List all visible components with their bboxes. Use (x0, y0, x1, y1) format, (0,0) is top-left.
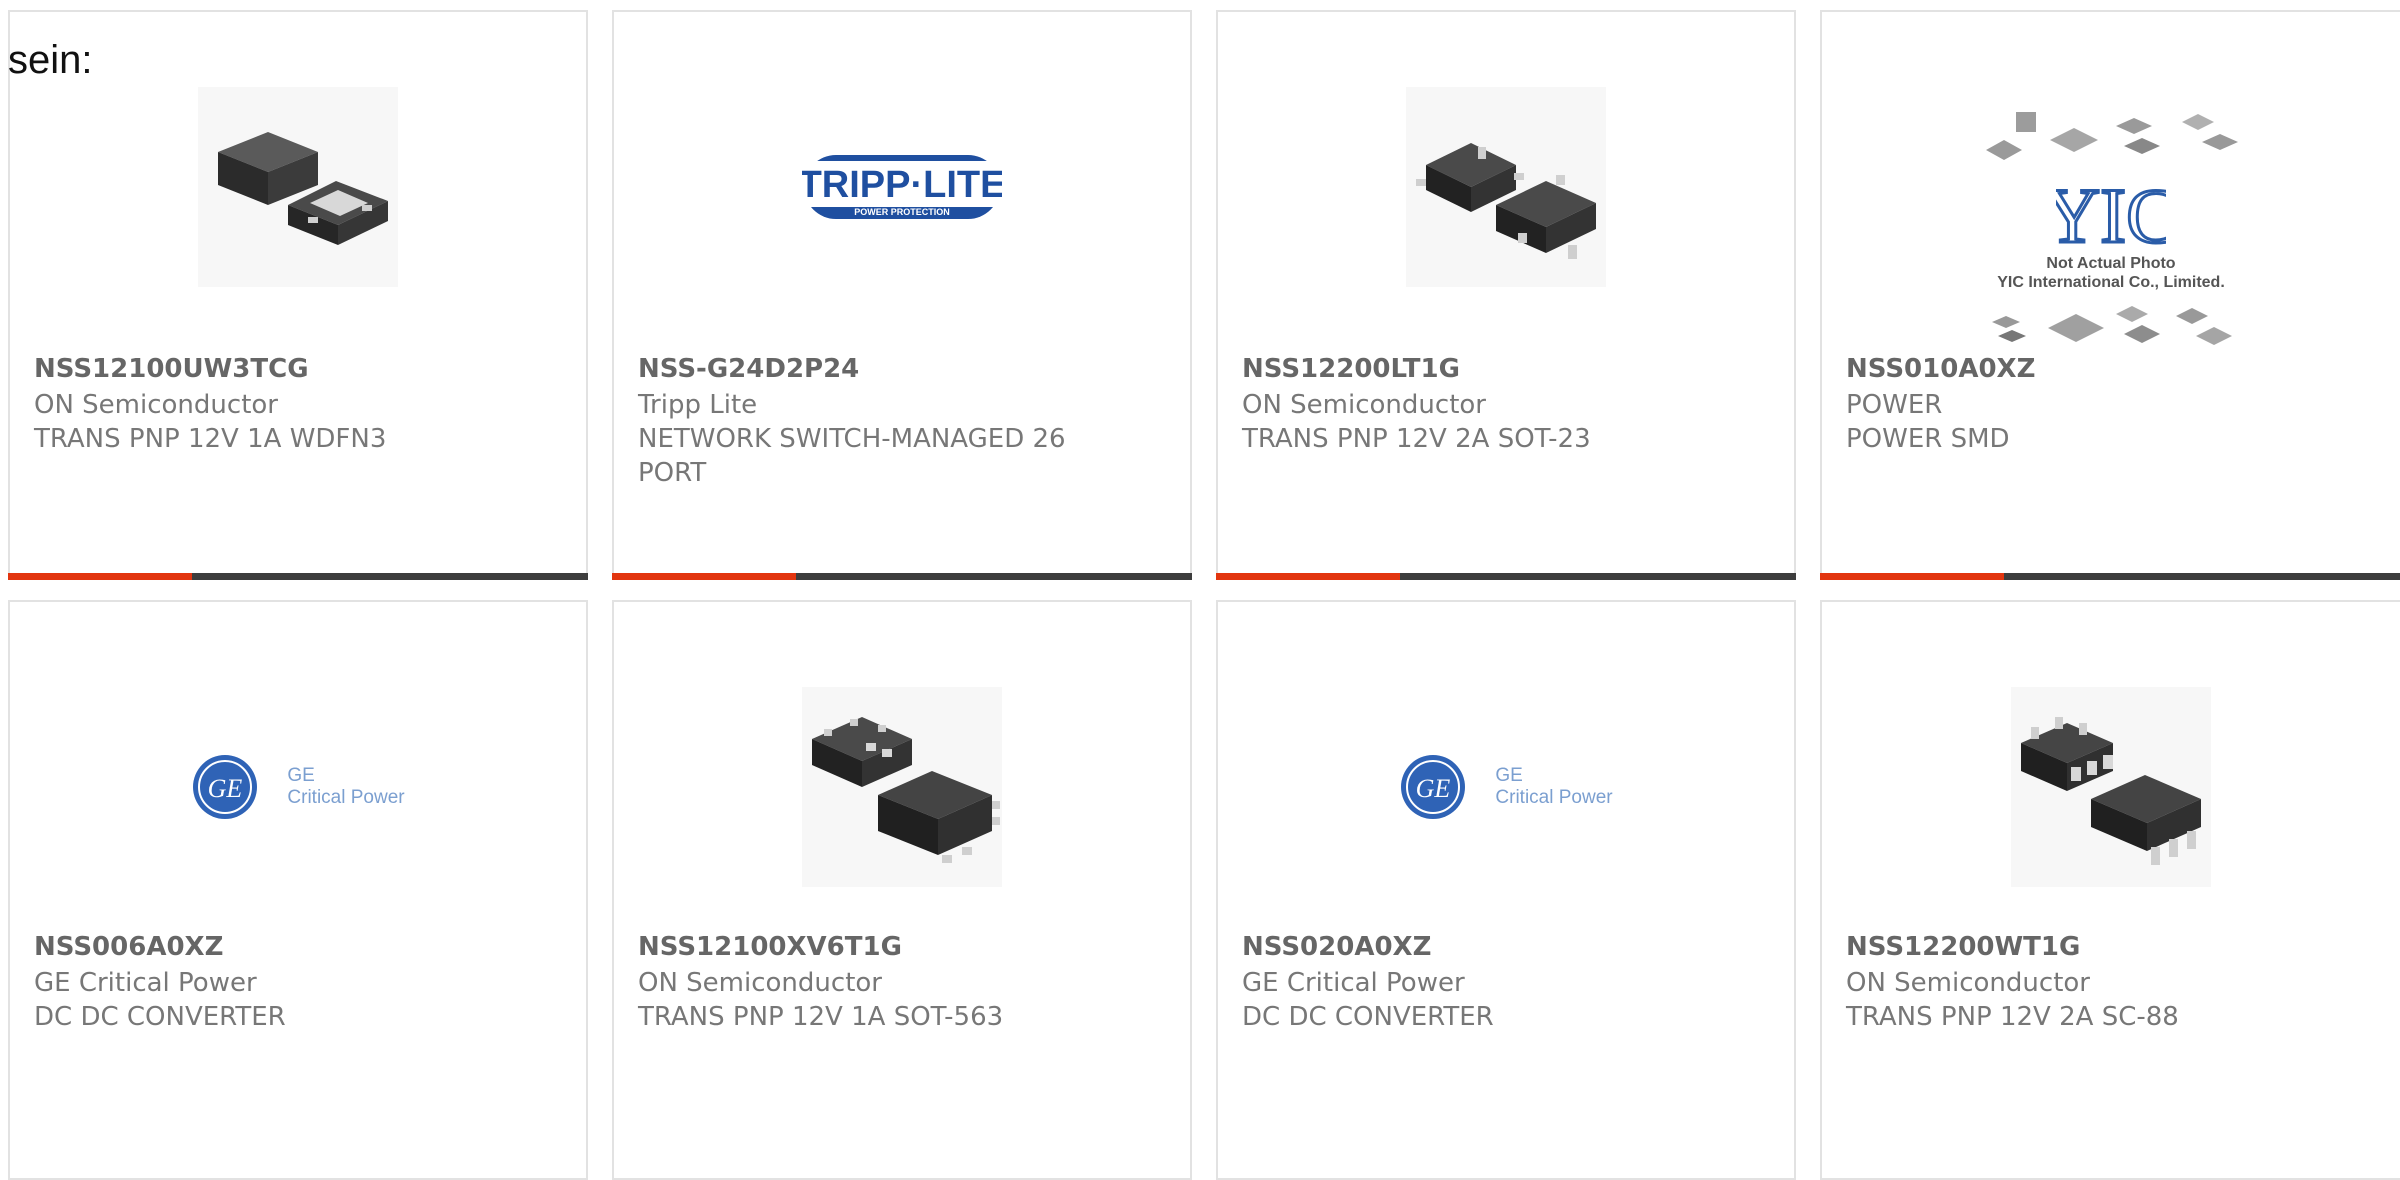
manufacturer: ON Semiconductor (1846, 968, 2090, 998)
placeholder-caption-line-1: Not Actual Photo (2046, 255, 2176, 272)
description: TRANS PNP 12V 1A WDFN3 (34, 424, 387, 454)
sot563-package-image (802, 687, 1002, 887)
product-card[interactable]: YIC Not Actual Photo YIC International C… (1820, 10, 2400, 580)
card-accent-bar (1820, 573, 2400, 580)
sot23-package-image (1406, 87, 1606, 287)
wdfn3-package-image (198, 87, 398, 287)
product-card[interactable]: NSS12100XV6T1G ON Semiconductor TRANS PN… (612, 600, 1192, 1180)
card-accent-bar (1216, 573, 1796, 580)
sc88-package-image (2011, 687, 2211, 887)
ge-logo-line-1: GE (287, 765, 315, 786)
svg-text:GE: GE (208, 774, 243, 803)
ge-logo-line-2: Critical Power (1495, 787, 1613, 808)
product-image[interactable] (1822, 662, 2400, 912)
product-card[interactable]: TRIPP·LITE POWER PROTECTION NSS-G24D2P24… (612, 10, 1192, 580)
ge-logo-line-1: GE (1495, 765, 1523, 786)
description: POWER SMD (1846, 424, 2010, 454)
product-image[interactable]: YIC Not Actual Photo YIC International C… (1822, 98, 2400, 358)
ge-monogram-icon: GE (193, 755, 258, 819)
card-accent-bar (612, 573, 1192, 580)
part-number-link[interactable]: NSS12100XV6T1G (638, 932, 1150, 962)
product-card[interactable]: NSS12200LT1G ON Semiconductor TRANS PNP … (1216, 10, 1796, 580)
part-number-link[interactable]: NSS-G24D2P24 (638, 354, 1150, 384)
ge-critical-power-logo: GE GE Critical Power (1399, 753, 1613, 821)
yic-logo-icon: YIC (2056, 174, 2166, 254)
yic-placeholder-image: YIC Not Actual Photo YIC International C… (1976, 104, 2246, 352)
placeholder-caption: Not Actual Photo YIC International Co., … (1997, 254, 2225, 292)
yic-logo-text: YIC (2056, 174, 2166, 254)
manufacturer: POWER (1846, 390, 1943, 420)
product-image[interactable]: TRIPP·LITE POWER PROTECTION (614, 52, 1190, 322)
product-image[interactable]: GE GE Critical Power (1218, 662, 1794, 912)
description: DC DC CONVERTER (1242, 1002, 1494, 1032)
placeholder-caption-line-2: YIC International Co., Limited. (1997, 274, 2225, 291)
manufacturer: GE Critical Power (34, 968, 257, 998)
product-image[interactable]: GE GE Critical Power (10, 662, 586, 912)
manufacturer: Tripp Lite (638, 390, 758, 420)
manufacturer: ON Semiconductor (1242, 390, 1486, 420)
intro-text: sein: (8, 38, 93, 82)
ge-critical-power-logo: GE GE Critical Power (191, 753, 405, 821)
product-image[interactable] (10, 52, 586, 322)
manufacturer: ON Semiconductor (34, 390, 278, 420)
product-card[interactable]: GE GE Critical Power NSS006A0XZ GE Criti… (8, 600, 588, 1180)
components-bottom-row-icon (1992, 306, 2232, 345)
manufacturer: ON Semiconductor (638, 968, 882, 998)
description: DC DC CONVERTER (34, 1002, 286, 1032)
product-image[interactable] (614, 662, 1190, 912)
description: NETWORK SWITCH-MANAGED 26 PORT (638, 424, 1066, 488)
tripp-lite-brand: TRIPP·LITE (802, 164, 1002, 206)
part-number-link[interactable]: NSS12200WT1G (1846, 932, 2360, 962)
product-card[interactable]: NSS12100UW3TCG ON Semiconductor TRANS PN… (8, 10, 588, 580)
description: TRANS PNP 12V 2A SOT-23 (1242, 424, 1591, 454)
svg-text:GE: GE (1416, 774, 1451, 803)
product-card[interactable]: GE GE Critical Power NSS020A0XZ GE Criti… (1216, 600, 1796, 1180)
components-top-row-icon (1986, 112, 2238, 160)
product-image[interactable] (1218, 52, 1794, 322)
ge-logo-line-2: Critical Power (287, 787, 405, 808)
tripp-lite-tagline: POWER PROTECTION (854, 207, 950, 217)
description: TRANS PNP 12V 2A SC-88 (1846, 1002, 2179, 1032)
part-number-link[interactable]: NSS010A0XZ (1846, 354, 2360, 384)
description: TRANS PNP 12V 1A SOT-563 (638, 1002, 1004, 1032)
part-number-link[interactable]: NSS020A0XZ (1242, 932, 1754, 962)
ge-monogram-icon: GE (1401, 755, 1466, 819)
product-card[interactable]: NSS12200WT1G ON Semiconductor TRANS PNP … (1820, 600, 2400, 1180)
part-number-link[interactable]: NSS12200LT1G (1242, 354, 1754, 384)
tripp-lite-logo: TRIPP·LITE POWER PROTECTION (802, 155, 1002, 219)
part-number-link[interactable]: NSS12100UW3TCG (34, 354, 546, 384)
manufacturer: GE Critical Power (1242, 968, 1465, 998)
part-number-link[interactable]: NSS006A0XZ (34, 932, 546, 962)
card-accent-bar (8, 573, 588, 580)
